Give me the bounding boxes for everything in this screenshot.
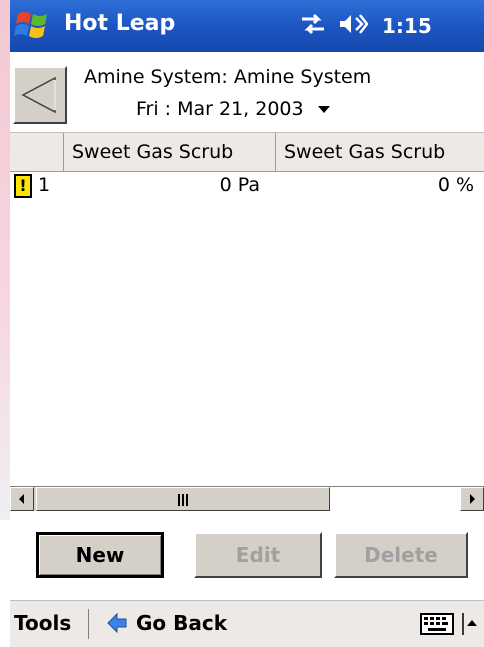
keyboard-icon[interactable] — [420, 613, 454, 635]
tools-menu[interactable]: Tools — [14, 611, 71, 635]
horizontal-scrollbar[interactable] — [10, 486, 484, 511]
scroll-left-button[interactable] — [10, 487, 34, 511]
title-bar: Hot Leap 1:15 — [10, 0, 484, 52]
row-index: 1 — [38, 174, 51, 196]
menu-separator — [88, 609, 89, 639]
scroll-right-button[interactable] — [460, 487, 484, 511]
scroll-track[interactable] — [330, 487, 460, 511]
background-edge-left — [0, 0, 10, 520]
connectivity-icon[interactable] — [298, 13, 328, 39]
table-row[interactable]: ! 1 0 Pa 0 % — [10, 170, 484, 206]
column-header-sweet-gas-scrub-1[interactable]: Sweet Gas Scrub — [64, 133, 276, 171]
back-triangle-icon — [21, 76, 56, 114]
column-header-sweet-gas-scrub-2[interactable]: Sweet Gas Scrub — [276, 133, 484, 171]
back-button[interactable] — [13, 66, 67, 124]
edit-button[interactable]: Edit — [194, 532, 322, 578]
dropdown-caret-icon — [317, 105, 330, 113]
date-label: Fri : Mar 21, 2003 — [136, 98, 304, 120]
header: Amine System: Amine System Fri : Mar 21,… — [10, 52, 484, 132]
clock[interactable]: 1:15 — [382, 14, 432, 38]
go-back-label: Go Back — [136, 611, 228, 635]
date-selector[interactable]: Fri : Mar 21, 2003 — [136, 98, 330, 120]
go-back-menu[interactable]: Go Back — [106, 611, 227, 635]
go-back-arrow-icon — [107, 612, 127, 634]
delete-button[interactable]: Delete — [334, 532, 468, 578]
speaker-icon[interactable] — [338, 12, 369, 40]
device-screen: Hot Leap 1:15 Amine System: Amine System… — [10, 0, 484, 647]
table-header: Sweet Gas Scrub Sweet Gas Scrub — [10, 132, 484, 172]
warning-icon: ! — [14, 174, 32, 198]
system-title: Amine System: Amine System — [84, 66, 372, 88]
status-icons: 1:15 — [298, 10, 478, 42]
cell-percent: 0 % — [437, 174, 474, 196]
cell-pressure: 0 Pa — [219, 174, 260, 196]
scroll-thumb[interactable] — [36, 487, 330, 511]
grip-icon — [178, 494, 188, 506]
new-button[interactable]: New — [36, 532, 164, 578]
column-header-index[interactable] — [10, 133, 64, 171]
windows-start-icon[interactable] — [14, 8, 52, 44]
input-menu-caret-icon[interactable] — [462, 613, 478, 635]
menu-bar: Tools Go Back — [10, 600, 484, 647]
app-title: Hot Leap — [64, 11, 176, 36]
data-table: Sweet Gas Scrub Sweet Gas Scrub ! 1 0 Pa… — [10, 132, 484, 480]
